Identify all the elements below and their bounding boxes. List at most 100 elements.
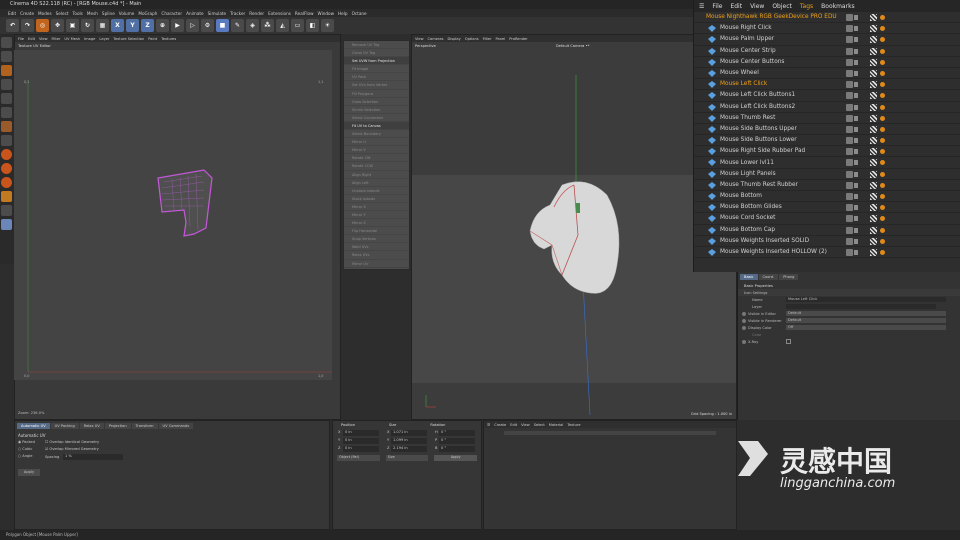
- editor-render-dots-icon[interactable]: [854, 82, 858, 88]
- editor-render-dots-icon[interactable]: [854, 182, 858, 188]
- checker-tag-icon[interactable]: [870, 47, 877, 55]
- subsection-heading[interactable]: Icon Settings: [738, 289, 960, 296]
- uv-cmd-flip-h[interactable]: Flip Horizontal: [344, 227, 409, 236]
- om-menu-edit[interactable]: Edit: [730, 3, 742, 10]
- material-tag-icon[interactable]: [880, 59, 885, 65]
- editor-render-dots-icon[interactable]: [854, 205, 858, 211]
- angle-radio[interactable]: ○ Angle: [18, 454, 33, 458]
- tab-uv-commands[interactable]: UV Commands: [158, 423, 194, 429]
- checker-tag-icon[interactable]: [870, 81, 877, 89]
- visibility-toggle-icon[interactable]: [846, 69, 853, 77]
- axis-mode-icon[interactable]: [1, 135, 12, 146]
- visibility-toggle-icon[interactable]: [846, 125, 853, 133]
- checker-tag-icon[interactable]: [870, 92, 877, 100]
- object-row[interactable]: Mouse Wheel: [694, 68, 960, 80]
- menu-window[interactable]: Window: [318, 11, 335, 16]
- perspective-viewport[interactable]: View Cameras Display Options Filter Pane…: [411, 34, 737, 420]
- checker-tag-icon[interactable]: [870, 193, 877, 200]
- keyframe-icon[interactable]: [742, 339, 746, 344]
- xray-checkbox[interactable]: [786, 339, 791, 344]
- keyframe-icon[interactable]: [742, 325, 746, 330]
- menu-animate[interactable]: Animate: [186, 11, 204, 16]
- material-tag-icon[interactable]: [880, 104, 885, 110]
- menu-octane[interactable]: Octane: [352, 11, 367, 16]
- om-menu-bookmarks[interactable]: Bookmarks: [821, 3, 855, 10]
- plugin-s2-icon[interactable]: [1, 163, 12, 174]
- om-menu-view[interactable]: View: [750, 3, 764, 10]
- overlap-identical-check[interactable]: ☐ Overlap Identical Geometry: [45, 440, 99, 444]
- object-row[interactable]: Mouse Palm Upper: [694, 34, 960, 46]
- material-tag-icon[interactable]: [880, 171, 885, 177]
- object-row[interactable]: Mouse Center Strip: [694, 46, 960, 57]
- points-mode-icon[interactable]: [1, 79, 12, 90]
- size-field[interactable]: 2.194 in: [391, 446, 427, 452]
- uv-cmd-align-right[interactable]: Align Right: [344, 171, 409, 179]
- recent-tools-icon[interactable]: ▦: [96, 19, 109, 32]
- uv-polygons-icon[interactable]: [1, 121, 12, 132]
- coord-mode-select[interactable]: Object (Rel): [337, 455, 380, 461]
- uv-menu-view[interactable]: View: [39, 37, 48, 41]
- coordinate-system-icon[interactable]: ⊕: [156, 19, 169, 32]
- uv-cmd-weld[interactable]: Weld UVs: [344, 243, 409, 252]
- size-field[interactable]: 1.071 in: [391, 430, 427, 436]
- packed-radio[interactable]: ◉ Packed: [18, 440, 35, 444]
- menu-extensions[interactable]: Extensions: [268, 11, 291, 16]
- display-color-select[interactable]: Off: [786, 325, 946, 330]
- object-row[interactable]: Mouse Bottom Cap: [694, 225, 960, 236]
- menu-character[interactable]: Character: [161, 11, 182, 16]
- material-tag-icon[interactable]: [880, 15, 885, 20]
- light-icon[interactable]: ☀: [321, 19, 334, 32]
- object-root-null[interactable]: Mouse Nighthawk RGB GeekDevice PRO EDU: [694, 12, 960, 24]
- material-tag-icon[interactable]: [880, 205, 885, 211]
- polygons-mode-icon[interactable]: [1, 107, 12, 118]
- editor-render-dots-icon[interactable]: [854, 160, 858, 166]
- camera-icon[interactable]: ◧: [306, 19, 319, 32]
- object-row[interactable]: Mouse Left Click: [694, 79, 960, 91]
- tab-projection[interactable]: Projection: [104, 423, 131, 429]
- undo-icon[interactable]: ↶: [6, 19, 19, 32]
- material-tag-icon[interactable]: [880, 115, 885, 121]
- editor-render-dots-icon[interactable]: [854, 93, 858, 99]
- mat-menu-texture[interactable]: Texture: [567, 423, 580, 427]
- material-tag-icon[interactable]: [880, 249, 885, 255]
- checker-tag-icon[interactable]: [870, 114, 877, 122]
- object-row[interactable]: Mouse Bottom: [694, 191, 960, 203]
- uv-cmd-snap[interactable]: Snap Vertices: [344, 235, 409, 244]
- menu-realflow[interactable]: RealFlow: [295, 11, 314, 16]
- uv-cmd-rotate-cw[interactable]: Rotate CW: [344, 154, 409, 163]
- keyframe-icon[interactable]: [742, 318, 746, 323]
- material-tag-icon[interactable]: [880, 48, 885, 54]
- size-field[interactable]: 1.099 in: [391, 438, 427, 444]
- position-field[interactable]: 0 in: [343, 438, 379, 444]
- object-row[interactable]: Mouse Left Click Buttons2: [694, 102, 960, 113]
- menu-volume[interactable]: Volume: [119, 11, 135, 16]
- material-tag-icon[interactable]: [880, 138, 885, 144]
- editor-render-dots-icon[interactable]: [854, 26, 858, 32]
- visible-editor-select[interactable]: Default: [786, 311, 946, 316]
- uv-cmd-mirror-u[interactable]: Mirror U: [344, 138, 409, 147]
- checker-tag-icon[interactable]: [870, 170, 877, 178]
- material-tag-icon[interactable]: [880, 126, 885, 132]
- object-row[interactable]: Mouse Center Buttons: [694, 57, 960, 68]
- visible-render-select[interactable]: Default: [786, 318, 946, 323]
- uv-menu-layer[interactable]: Layer: [99, 37, 109, 41]
- uv-cmd-mirror-uv[interactable]: Mirror UV: [344, 260, 409, 268]
- material-tag-icon[interactable]: [880, 37, 885, 43]
- subdivision-icon[interactable]: ◈: [246, 19, 259, 32]
- tab-uv-packing[interactable]: UV Packing: [50, 423, 79, 429]
- uv-apply-button[interactable]: Apply: [18, 469, 40, 476]
- om-menu-file[interactable]: File: [712, 3, 722, 10]
- menu-edit[interactable]: Edit: [8, 11, 16, 16]
- checker-tag-icon[interactable]: [870, 25, 877, 33]
- visibility-toggle-icon[interactable]: [846, 237, 853, 245]
- uv-cmd-clean-tag[interactable]: Clean UV Tag: [344, 49, 409, 58]
- rotation-field[interactable]: 0 °: [439, 430, 475, 436]
- mat-menu-select[interactable]: Select: [534, 423, 545, 427]
- visibility-toggle-icon[interactable]: [846, 159, 853, 167]
- checker-tag-icon[interactable]: [870, 204, 877, 212]
- rotation-field[interactable]: 0 °: [439, 438, 475, 444]
- pen-icon[interactable]: ✎: [231, 19, 244, 32]
- rotate-icon[interactable]: ↻: [81, 19, 94, 32]
- uv-cmd-mirror-y[interactable]: Mirror Y: [344, 211, 409, 220]
- tab-transform[interactable]: Transform: [131, 423, 158, 429]
